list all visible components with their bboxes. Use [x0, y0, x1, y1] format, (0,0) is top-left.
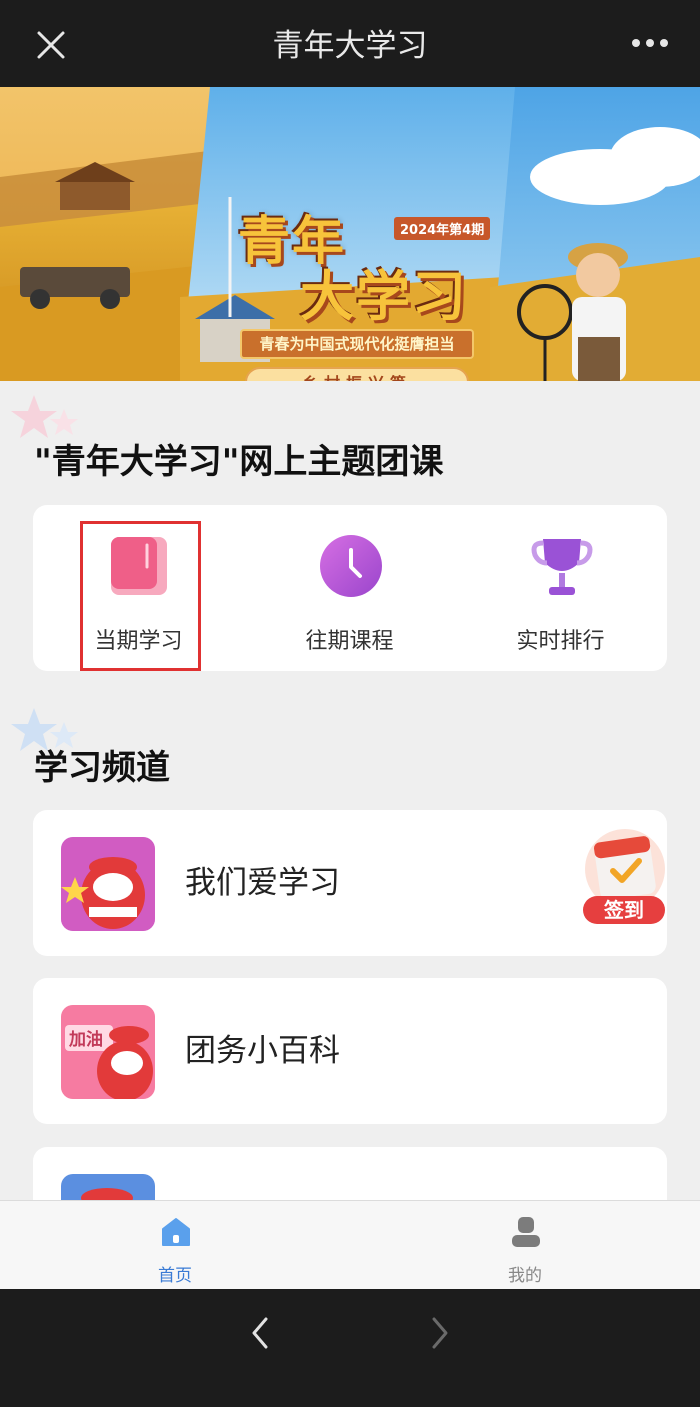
- checkin-button[interactable]: 签到: [577, 823, 673, 927]
- bottom-nav: 首页 我的: [0, 1200, 700, 1289]
- page-title: 青年大学习: [272, 28, 428, 64]
- nav-mine[interactable]: 我的: [425, 1201, 625, 1289]
- clock-icon: [320, 535, 382, 597]
- channel-label: 团务小百科: [185, 1033, 340, 1069]
- nav-home[interactable]: 首页: [75, 1201, 275, 1289]
- section-title-course: "青年大学习"网上主题团课: [34, 442, 444, 482]
- browser-nav-bar: [0, 1289, 700, 1407]
- checkin-label: 签到: [583, 896, 665, 924]
- banner-slogan: 青春为中国式现代化挺膺担当: [240, 329, 474, 359]
- section-title-channel: 学习频道: [34, 748, 170, 788]
- banner-issue: 2024年第4期: [394, 217, 491, 240]
- tab-label: 实时排行: [516, 629, 605, 654]
- mascot-thumbsup-icon: [61, 837, 155, 931]
- svg-text:加油: 加油: [68, 1029, 103, 1050]
- tab-label: 往期课程: [305, 629, 394, 654]
- mascot-cheer-icon: 加油: [61, 1005, 155, 1099]
- home-icon: [162, 1218, 190, 1246]
- list-item-channel-1[interactable]: 我们爱学习: [33, 810, 667, 956]
- highlight-box: [80, 521, 201, 671]
- banner-part: 乡村振兴篇: [245, 367, 469, 381]
- calendar-check-icon: [585, 829, 665, 907]
- title-bar: 青年大学习: [0, 0, 700, 87]
- tab-live-ranking[interactable]: 实时排行: [455, 505, 666, 671]
- nav-mine-label: 我的: [508, 1266, 542, 1286]
- banner-title-line2: 大学习: [300, 265, 468, 328]
- user-icon: [512, 1217, 540, 1247]
- forward-arrow-icon[interactable]: [428, 1315, 452, 1351]
- list-item-channel-2[interactable]: 加油 团务小百科: [33, 978, 667, 1124]
- more-icon[interactable]: [630, 36, 670, 50]
- trophy-icon: [531, 539, 593, 595]
- tab-past-courses[interactable]: 往期课程: [244, 505, 455, 671]
- nav-home-label: 首页: [158, 1266, 192, 1286]
- channel-label: 我们爱学习: [185, 865, 340, 901]
- banner[interactable]: 青年 2024年第4期 大学习 青春为中国式现代化挺膺担当 乡村振兴篇: [0, 87, 700, 381]
- back-arrow-icon[interactable]: [248, 1315, 272, 1351]
